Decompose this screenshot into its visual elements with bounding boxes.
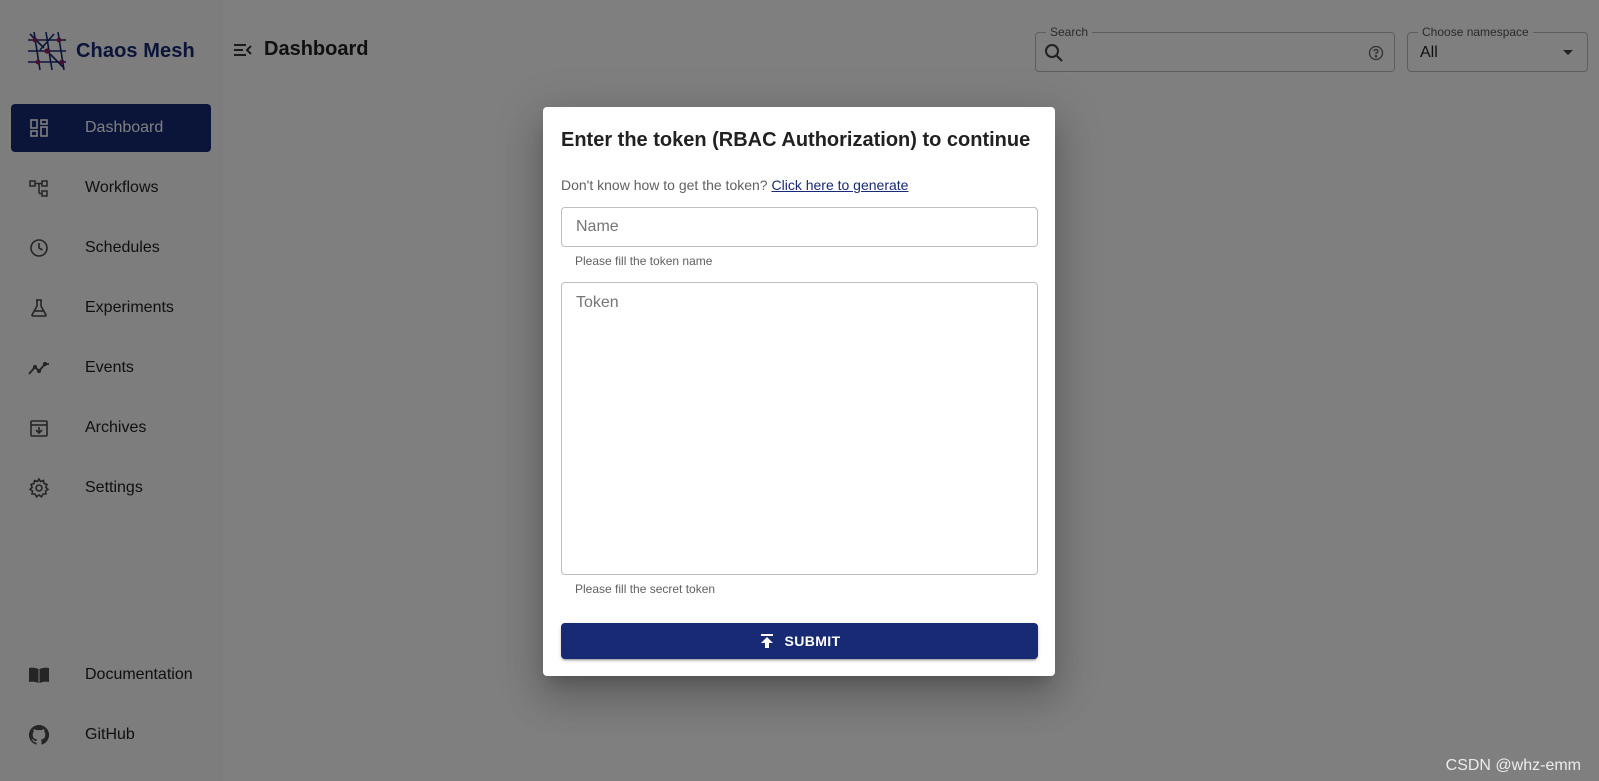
generate-token-link[interactable]: Click here to generate (771, 177, 908, 193)
token-secret-helper: Please fill the secret token (575, 582, 716, 596)
token-secret-field[interactable]: Token (561, 282, 1038, 575)
token-name-helper: Please fill the token name (575, 254, 713, 268)
publish-icon (758, 632, 776, 650)
submit-label: SUBMIT (784, 633, 841, 649)
token-secret-placeholder: Token (576, 294, 619, 311)
dialog-hint: Don't know how to get the token? Click h… (561, 177, 908, 193)
dialog-title: Enter the token (RBAC Authorization) to … (561, 129, 1031, 151)
token-name-placeholder: Name (576, 218, 619, 235)
token-dialog: Enter the token (RBAC Authorization) to … (543, 107, 1055, 676)
watermark: CSDN @whz-emm (1445, 757, 1581, 774)
hint-text: Don't know how to get the token? (561, 177, 768, 193)
submit-button[interactable]: SUBMIT (561, 623, 1038, 659)
token-name-field[interactable]: Name (561, 207, 1038, 247)
